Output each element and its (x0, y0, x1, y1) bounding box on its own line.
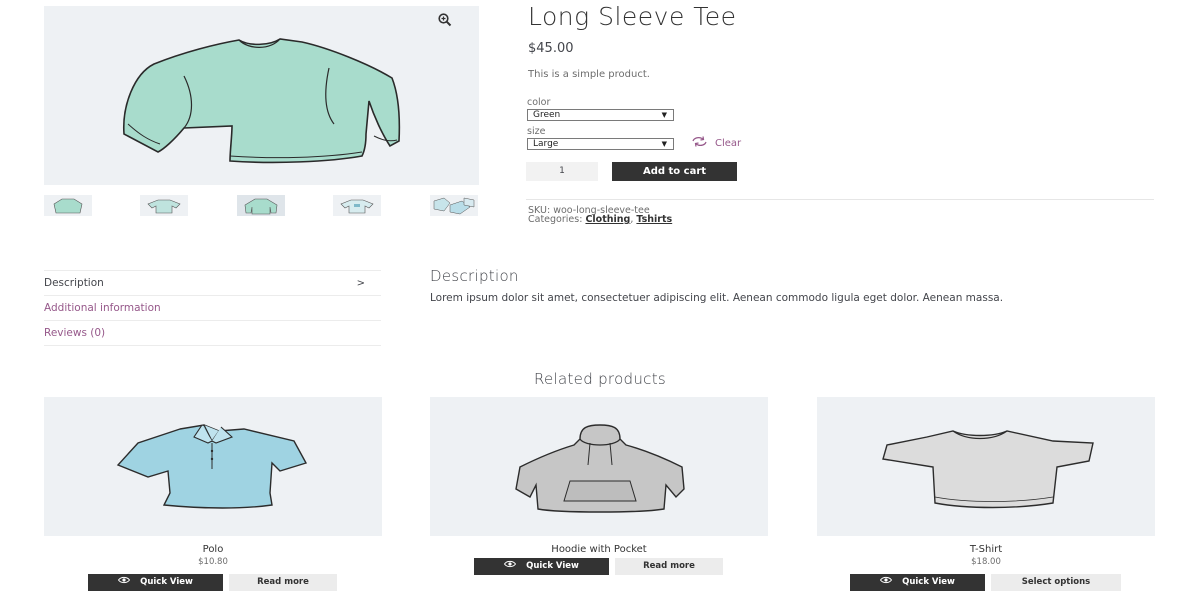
thumbnail-2[interactable] (140, 195, 188, 216)
description-panel-title: Description (430, 267, 519, 285)
quick-view-label: Quick View (140, 577, 193, 587)
tab-reviews[interactable]: Reviews (0) (44, 320, 381, 345)
related-product-image-tshirt[interactable] (817, 397, 1155, 536)
thumbnail-1[interactable] (44, 195, 92, 216)
related-product-price: $18.00 (971, 557, 1001, 567)
select-options-button[interactable]: Select options (991, 574, 1121, 591)
quick-view-button[interactable]: Quick View (850, 574, 985, 591)
tab-description-label: Description (44, 277, 104, 289)
related-product-image-polo[interactable] (44, 397, 382, 536)
tab-additional-information-label: Additional information (44, 302, 161, 314)
dropdown-arrow-icon: ▼ (661, 140, 667, 148)
related-product-name[interactable]: T-Shirt (817, 544, 1155, 555)
size-label: size (527, 126, 546, 137)
related-product-price: $10.80 (198, 557, 228, 567)
thumbnail-5[interactable] (430, 195, 478, 216)
category-link-tshirts[interactable]: Tshirts (636, 214, 672, 225)
hoodie-image (515, 424, 685, 513)
read-more-button[interactable]: Read more (229, 574, 337, 591)
product-main-image[interactable] (44, 6, 479, 185)
color-select-value: Green (533, 110, 561, 120)
product-title: Long Sleeve Tee (528, 2, 737, 31)
zoom-in-icon[interactable] (438, 12, 454, 28)
clear-label: Clear (715, 137, 742, 149)
related-product-image-hoodie[interactable] (430, 397, 768, 536)
product-categories: Categories: Clothing, Tshirts (528, 214, 672, 225)
chevron-right-icon: > (356, 278, 365, 289)
clear-selection-link[interactable]: Clear (691, 136, 741, 150)
quick-view-label: Quick View (902, 577, 955, 587)
refresh-icon (691, 136, 708, 150)
dropdown-arrow-icon: ▼ (661, 111, 667, 119)
product-short-description: This is a simple product. (528, 69, 650, 80)
eye-icon (503, 558, 517, 575)
tee-thumbnail-image (53, 198, 83, 214)
eye-icon (117, 574, 131, 591)
related-products-title: Related products (533, 370, 667, 388)
tab-additional-information[interactable]: Additional information (44, 295, 381, 320)
t-shirt-image (882, 430, 1094, 509)
category-link-clothing[interactable]: Clothing (585, 214, 630, 225)
tee-back-thumbnail-image (147, 199, 181, 214)
category-separator: , (630, 214, 634, 225)
logo-tee-thumbnail-image (340, 199, 374, 214)
thumbnail-3-active[interactable] (237, 195, 285, 216)
color-select[interactable]: Green ▼ (527, 109, 674, 121)
categories-label: Categories: (528, 214, 583, 225)
color-label: color (527, 97, 551, 108)
read-more-button[interactable]: Read more (615, 558, 723, 575)
size-select-value: Large (533, 139, 559, 149)
related-product-name[interactable]: Polo (44, 544, 382, 555)
clothing-set-thumbnail-image (433, 197, 475, 215)
add-to-cart-button[interactable]: Add to cart (612, 162, 737, 181)
tab-description[interactable]: Description > (44, 270, 381, 295)
description-panel-body: Lorem ipsum dolor sit amet, consectetuer… (430, 292, 1004, 304)
quick-view-button[interactable]: Quick View (474, 558, 609, 575)
thumbnail-4[interactable] (333, 195, 381, 216)
related-product-name[interactable]: Hoodie with Pocket (430, 544, 768, 555)
long-sleeve-thumbnail-image (244, 198, 278, 215)
quantity-input[interactable]: 1 (526, 162, 598, 181)
size-select[interactable]: Large ▼ (527, 138, 674, 150)
eye-icon (879, 574, 893, 591)
quick-view-label: Quick View (526, 561, 579, 571)
polo-shirt-image (116, 424, 308, 509)
product-price: $45.00 (528, 41, 574, 56)
long-sleeve-tee-image (123, 38, 401, 164)
meta-divider (526, 199, 1154, 200)
tab-reviews-label: Reviews (0) (44, 327, 106, 339)
tabs-divider (44, 345, 381, 346)
quick-view-button[interactable]: Quick View (88, 574, 223, 591)
